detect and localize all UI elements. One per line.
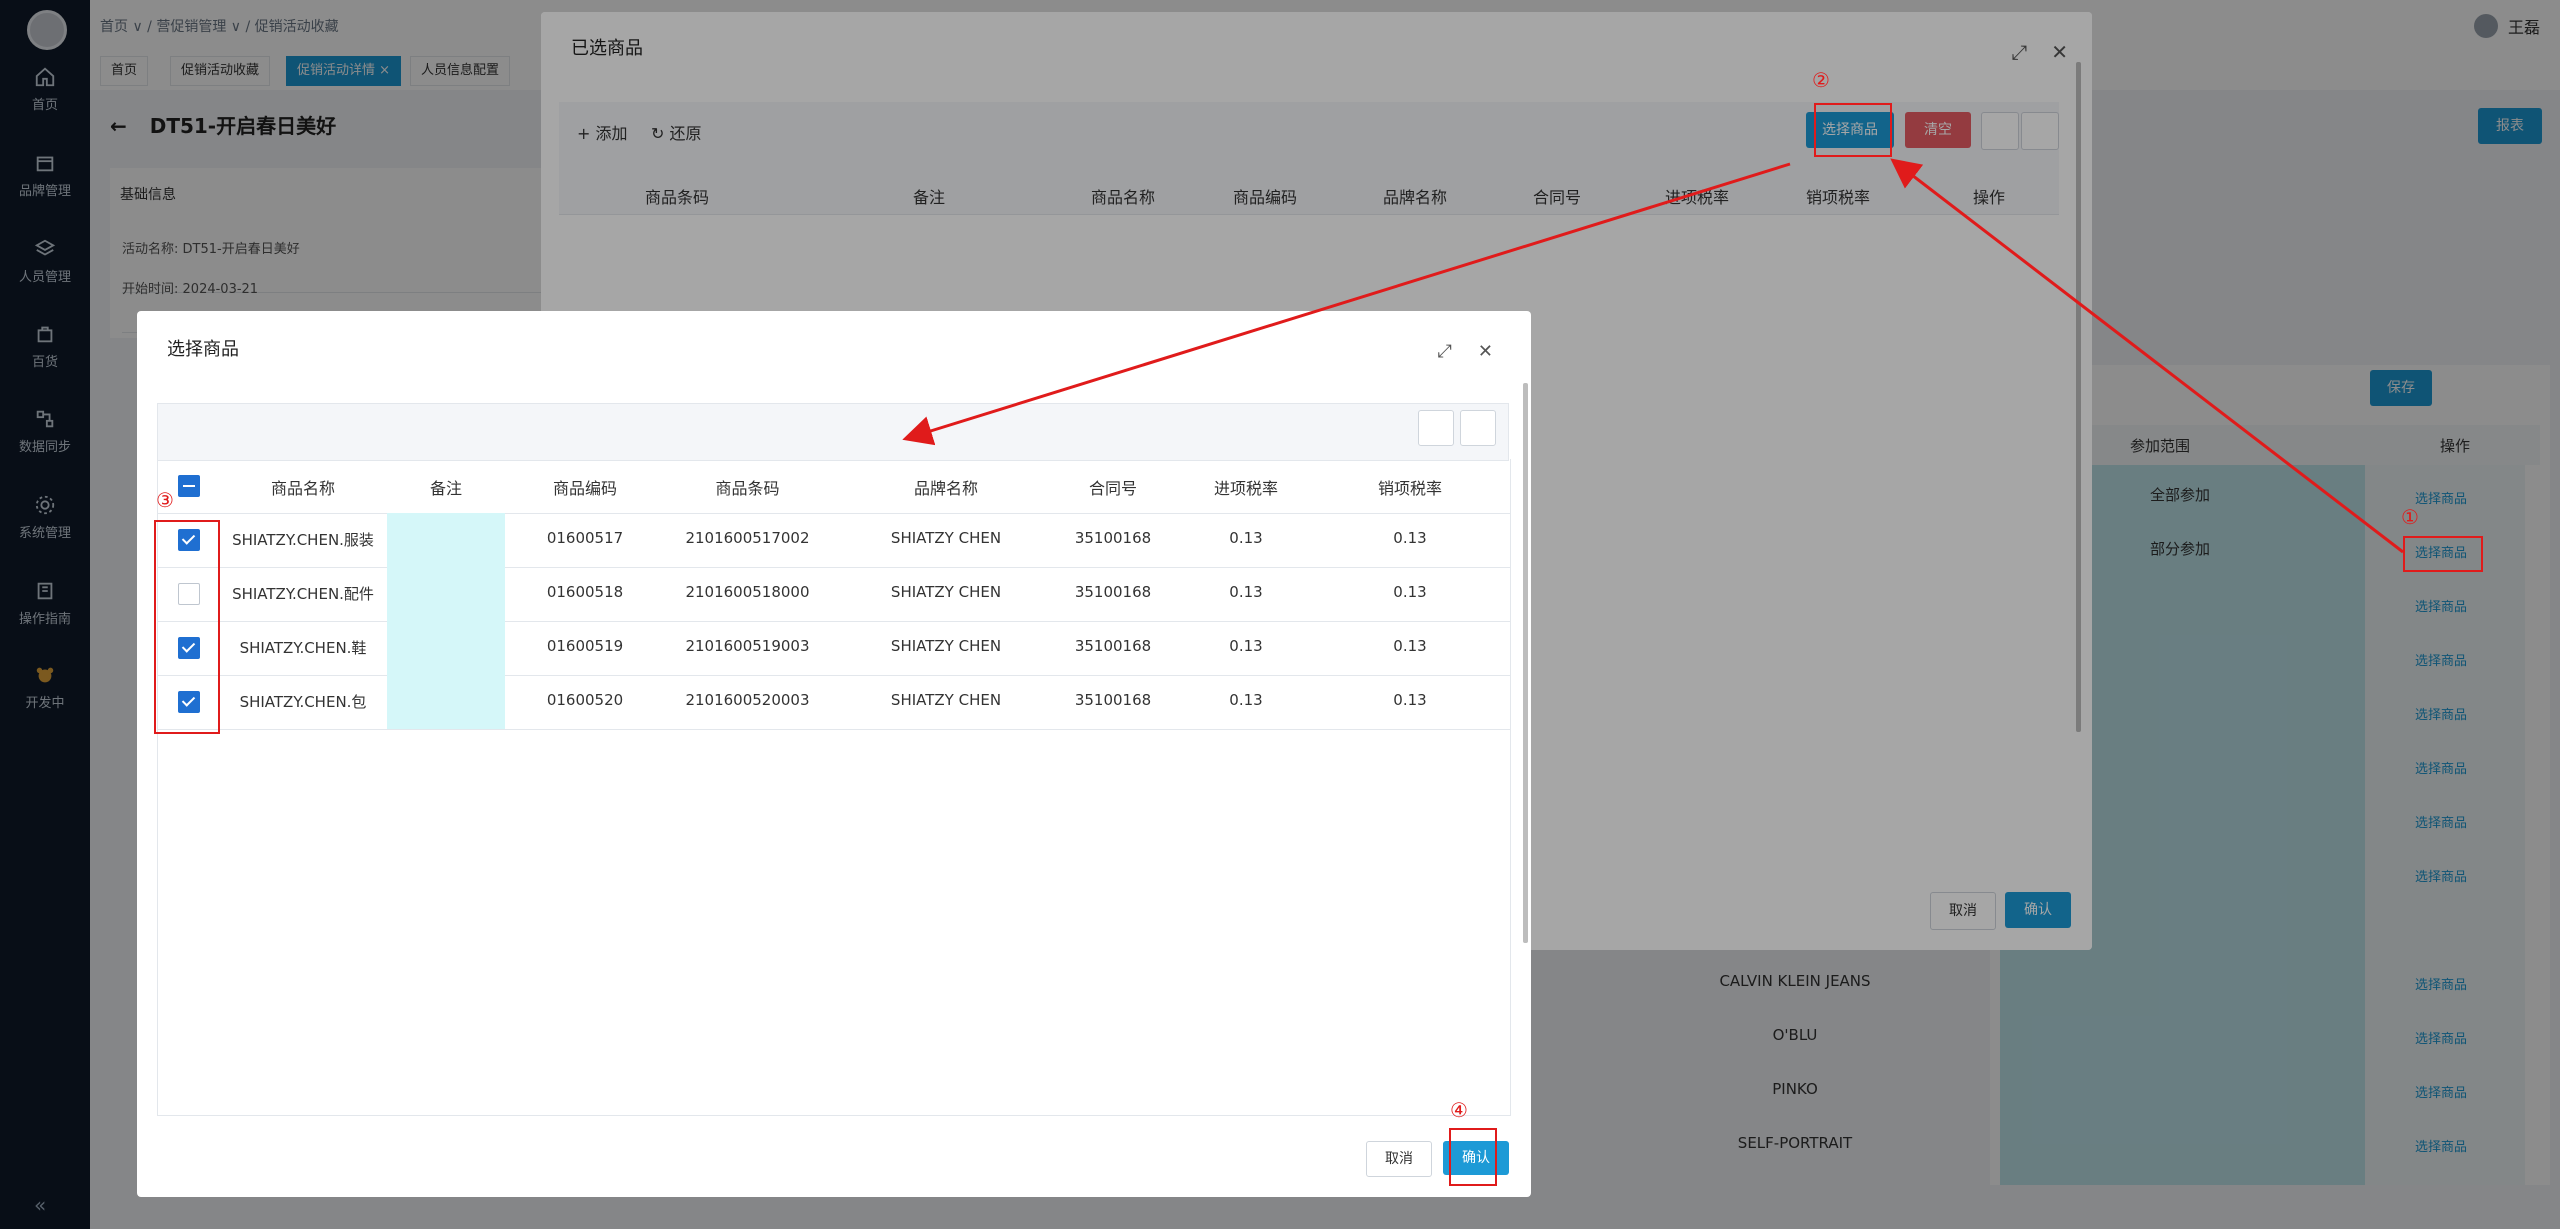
cell-name: SHIATZY.CHEN.配件 [232, 585, 374, 603]
column-settings-icon[interactable] [1460, 410, 1496, 446]
cell-in-tax: 0.13 [1229, 637, 1263, 655]
col-out-tax: 销项税率 [1377, 479, 1442, 498]
annotation-number-1: ① [2401, 505, 2419, 529]
cell-contract: 35100168 [1074, 529, 1152, 547]
cell-brand: SHIATZY CHEN [890, 691, 1002, 709]
cell-barcode: 2101600517002 [685, 529, 810, 547]
cell-name: SHIATZY.CHEN.服装 [232, 531, 374, 549]
cell-barcode: 2101600519003 [685, 637, 810, 655]
goods-table-header: 商品名称 备注 商品编码 商品条码 品牌名称 合同号 进项税率 销项税率 [158, 459, 1510, 514]
select-goods-dialog: 选择商品 ⤢ ✕ 商品名称 备注 商品编码 商品条码 品牌名称 合同号 进项税率… [137, 311, 1531, 1197]
cell-barcode: 2101600518000 [685, 583, 810, 601]
col-in-tax: 进项税率 [1213, 479, 1278, 498]
cell-contract: 35100168 [1074, 583, 1152, 601]
dialog-title: 选择商品 [167, 339, 239, 360]
annotation-box-1 [2403, 536, 2483, 572]
col-contract: 合同号 [1088, 479, 1137, 498]
cancel-button[interactable]: 取消 [1366, 1141, 1432, 1177]
annotation-box-2 [1814, 103, 1892, 157]
cell-brand: SHIATZY CHEN [890, 583, 1002, 601]
cell-out-tax: 0.13 [1393, 637, 1427, 655]
annotation-box-3 [154, 520, 220, 734]
cell-note[interactable] [387, 513, 505, 567]
table-row[interactable]: SHIATZY.CHEN.鞋 01600519 2101600519003 SH… [158, 621, 1510, 676]
cell-note[interactable] [387, 621, 505, 675]
fullscreen-table-icon[interactable] [1418, 410, 1454, 446]
cell-note[interactable] [387, 675, 505, 729]
cell-code: 01600519 [546, 637, 624, 655]
col-code[interactable]: 商品编码 [505, 475, 665, 499]
cell-code: 01600520 [546, 691, 624, 709]
scrollbar[interactable] [1523, 383, 1528, 943]
fullscreen-icon[interactable]: ⤢ [1438, 341, 1452, 362]
annotation-number-3: ③ [156, 488, 174, 512]
dialog-tools: ⤢ ✕ [1438, 341, 1494, 362]
close-icon[interactable]: ✕ [1478, 341, 1493, 362]
cell-contract: 35100168 [1074, 691, 1152, 709]
cell-out-tax: 0.13 [1393, 691, 1427, 709]
table-row[interactable]: SHIATZY.CHEN.服装 01600517 2101600517002 S… [158, 513, 1510, 568]
cell-brand: SHIATZY CHEN [890, 529, 1002, 547]
cell-note[interactable] [387, 567, 505, 621]
cell-code: 01600518 [546, 583, 624, 601]
goods-table: 商品名称 备注 商品编码 商品条码 品牌名称 合同号 进项税率 销项税率 SHI… [157, 459, 1511, 1116]
table-row[interactable]: SHIATZY.CHEN.配件 01600518 2101600518000 S… [158, 567, 1510, 622]
select-all-checkbox[interactable] [178, 475, 200, 497]
annotation-number-2: ② [1812, 68, 1830, 92]
table-row[interactable]: SHIATZY.CHEN.包 01600520 2101600520003 SH… [158, 675, 1510, 730]
cell-contract: 35100168 [1074, 637, 1152, 655]
col-brand: 品牌名称 [913, 479, 978, 498]
cell-in-tax: 0.13 [1229, 583, 1263, 601]
col-note: 备注 [429, 479, 462, 498]
annotation-box-4 [1449, 1128, 1497, 1186]
cell-out-tax: 0.13 [1393, 583, 1427, 601]
cell-name: SHIATZY.CHEN.包 [239, 693, 367, 711]
cell-in-tax: 0.13 [1229, 691, 1263, 709]
table-toolbar [157, 403, 1509, 461]
annotation-number-4: ④ [1450, 1098, 1468, 1122]
col-name[interactable]: 商品名称 [218, 475, 388, 499]
cell-barcode: 2101600520003 [685, 691, 810, 709]
cell-brand: SHIATZY CHEN [890, 637, 1002, 655]
cell-name: SHIATZY.CHEN.鞋 [239, 639, 367, 657]
cell-out-tax: 0.13 [1393, 529, 1427, 547]
col-barcode[interactable]: 商品条码 [665, 475, 830, 499]
cell-code: 01600517 [546, 529, 624, 547]
cell-in-tax: 0.13 [1229, 529, 1263, 547]
